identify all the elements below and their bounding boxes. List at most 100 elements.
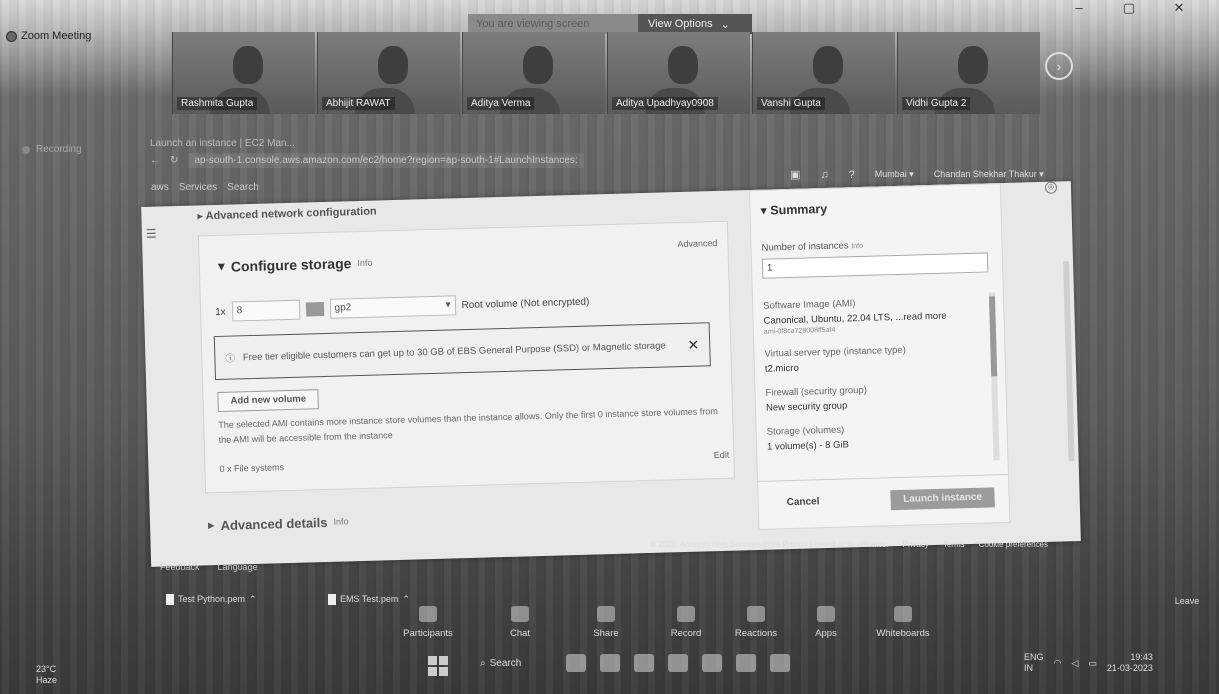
minimize-button[interactable]: –	[1067, 0, 1091, 16]
chat-button[interactable]: Chat	[500, 606, 540, 639]
view-options-label: View Options	[648, 18, 713, 30]
help-icon: ?	[848, 168, 855, 181]
hamburger-menu-icon: ☰	[145, 226, 157, 241]
participant-tile[interactable]: Vidhi Gupta 2	[897, 32, 1040, 114]
volume-type-select: gp2 ▾	[329, 295, 456, 319]
taskbar-search-label: Search	[489, 658, 522, 669]
participant-tile[interactable]: Abhijit RAWAT	[317, 32, 460, 114]
summary-item-label: Virtual server type (instance type)	[764, 344, 906, 360]
view-options-bar: You are viewing screen View Options ⌄	[468, 14, 752, 34]
wifi-icon[interactable]: ◠	[1054, 658, 1062, 669]
close-notice-icon: ✕	[687, 336, 700, 353]
clock[interactable]: 19:43 21-03-2023	[1107, 652, 1153, 674]
windows-start-icon[interactable]	[428, 656, 448, 676]
url-text: ap-south-1.console.aws.amazon.com/ec2/ho…	[188, 152, 584, 168]
participant-head	[522, 46, 553, 84]
record-button[interactable]: Record	[664, 606, 708, 639]
participants-label: Participants	[403, 628, 453, 639]
file-systems-row: 0 x File systems Edit	[219, 450, 729, 474]
participant-name: Abhijit RAWAT	[322, 97, 395, 110]
summary-title: ▾ Summary	[760, 201, 827, 218]
reactions-button[interactable]: Reactions	[728, 606, 784, 639]
share-label: Share	[593, 628, 619, 639]
aws-console-right: ▣ ♫ ? Mumbai ▾ Chandan Shekhar Thakur ▾	[790, 168, 1044, 182]
bell-icon: ♫	[820, 168, 829, 181]
weather-temp: 23°C	[36, 664, 57, 674]
number-of-instances-text: Number of instances	[761, 240, 849, 254]
advanced-network-config-link: ▸ Advanced network configuration	[197, 205, 377, 223]
participant-head	[377, 46, 408, 84]
chrome-icon[interactable]	[702, 654, 722, 672]
participants-icon	[419, 606, 437, 622]
share-button[interactable]: Share	[584, 606, 628, 639]
record-icon	[677, 606, 695, 622]
zoom-logo-icon	[6, 30, 17, 42]
summary-list: Software Image (AMI) Canonical, Ubuntu, …	[763, 295, 990, 466]
root-volume-label: Root volume (Not encrypted)	[461, 296, 590, 311]
advanced-details-label: Advanced details	[220, 514, 328, 533]
volume-row: 1x 8 gp2 ▾ Root volume (Not encrypted)	[215, 292, 590, 322]
collapse-caret-icon: ▾	[760, 203, 771, 218]
chat-label: Chat	[509, 628, 531, 639]
battery-icon[interactable]: ▭	[1088, 658, 1097, 669]
close-window-button[interactable]: ✕	[1167, 0, 1191, 16]
participant-tile[interactable]: Rashmita Gupta	[172, 32, 315, 114]
leave-button[interactable]: Leave	[1169, 596, 1205, 612]
terms-link: Terms	[942, 540, 965, 549]
next-page-arrow-icon[interactable]: ›	[1045, 52, 1073, 80]
launch-form: ▸ Advanced network configuration ▾ Confi…	[185, 190, 745, 565]
participants-button[interactable]: Participants	[398, 606, 458, 639]
app-icon[interactable]	[770, 654, 790, 672]
account-menu: Chandan Shekhar Thakur ▾	[933, 169, 1044, 179]
viewing-screen-label: You are viewing screen	[468, 14, 638, 34]
folder-icon[interactable]	[736, 654, 756, 672]
maximize-button[interactable]: ▢	[1117, 0, 1141, 16]
edge-icon[interactable]	[634, 654, 654, 672]
number-of-instances-input: 1	[761, 252, 989, 279]
view-options-button[interactable]: View Options ⌄	[638, 18, 730, 31]
summary-item-value: 1 volume(s) - 8 GiB	[766, 439, 850, 453]
weather-widget[interactable]: 23°C Haze	[36, 664, 57, 686]
volume-icon[interactable]: ◁	[1071, 658, 1078, 669]
participant-tile[interactable]: Vanshi Gupta	[752, 32, 895, 114]
whiteboards-button[interactable]: Whiteboards	[870, 606, 936, 639]
taskbar-apps	[566, 654, 790, 672]
aws-footer: © 2023, Amazon Web Services India Privat…	[650, 540, 1048, 549]
record-label: Record	[670, 628, 702, 639]
zoom-app-icon[interactable]	[668, 654, 688, 672]
apps-label: Apps	[815, 628, 837, 639]
task-view-icon[interactable]	[600, 654, 620, 672]
participant-name: Rashmita Gupta	[177, 97, 258, 110]
taskbar-search[interactable]: ⌕ Search	[480, 658, 521, 669]
file-explorer-icon[interactable]	[566, 654, 586, 672]
advanced-link: Advanced	[677, 237, 718, 250]
summary-scrollbar	[988, 292, 1000, 461]
copyright-text: © 2023, Amazon Web Services India Privat…	[650, 540, 889, 549]
configure-storage-section: ▾ Configure storage Info Advanced 1x 8 g…	[197, 220, 735, 494]
participant-head	[957, 46, 988, 84]
participant-tile[interactable]: Aditya Upadhyay0908	[607, 32, 750, 114]
collapse-caret-icon: ▾	[217, 257, 226, 274]
participant-name: Aditya Verma	[467, 97, 535, 110]
share-icon	[597, 606, 615, 622]
summary-item-ami: Software Image (AMI) Canonical, Ubuntu, …	[763, 295, 986, 336]
aws-search: Search	[227, 181, 259, 193]
whiteboards-label: Whiteboards	[876, 628, 930, 639]
apps-button[interactable]: Apps	[806, 606, 846, 639]
info-circle-icon: ⓘ	[225, 353, 236, 365]
recording-indicator: Recording	[22, 144, 82, 155]
configure-storage-title: ▾ Configure storage Info	[218, 254, 373, 275]
add-new-volume-button: Add new volume	[217, 389, 320, 412]
search-icon: ⌕	[480, 658, 486, 669]
participant-tile[interactable]: Aditya Verma	[462, 32, 605, 114]
terminal-icon: ▣	[790, 169, 801, 181]
window-controls: – ▢ ✕	[1067, 0, 1191, 16]
participant-head	[812, 46, 843, 84]
volume-qty: 1x	[214, 306, 226, 318]
info-link: Info	[333, 516, 349, 527]
language-indicator[interactable]: ENG IN	[1024, 652, 1044, 674]
info-link: Info	[357, 257, 373, 268]
reactions-icon	[747, 606, 765, 622]
summary-item-label: Storage (volumes)	[766, 424, 845, 438]
file-systems-count: 0 x File systems	[219, 462, 285, 474]
